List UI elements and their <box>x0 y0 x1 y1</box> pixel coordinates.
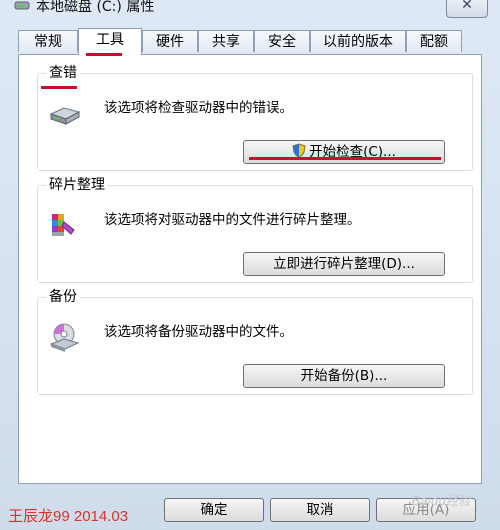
defrag-now-button[interactable]: 立即进行碎片整理(D)... <box>243 252 445 276</box>
error-check-description: 该选项将检查驱动器中的错误。 <box>104 100 293 116</box>
tab-hardware[interactable]: 硬件 <box>142 30 198 52</box>
tab-quota[interactable]: 配额 <box>406 30 462 52</box>
ok-button[interactable]: 确定 <box>164 498 264 522</box>
tab-sharing[interactable]: 共享 <box>198 30 254 52</box>
drive-icon <box>14 0 30 12</box>
backup-icon <box>48 320 82 354</box>
shield-icon <box>292 143 306 165</box>
properties-window: 本地磁盘 (C:) 属性 ✕ 常规 工具 硬件 共享 安全 以前的版本 配额 查… <box>0 0 500 530</box>
watermark-site: Baidu经验 <box>412 494 471 508</box>
tab-tools[interactable]: 工具 <box>78 28 142 55</box>
backup-title: 备份 <box>46 288 80 306</box>
tools-panel: 查错 该选项将检查驱动器中的错误。 开始检查(C)... 碎片整理 该选项将对驱… <box>18 54 482 484</box>
defrag-description: 该选项将对驱动器中的文件进行碎片整理。 <box>104 212 361 228</box>
backup-group: 备份 该选项将备份驱动器中的文件。 开始备份(B)... <box>37 288 473 395</box>
cancel-button[interactable]: 取消 <box>270 498 370 522</box>
tab-security[interactable]: 安全 <box>254 30 310 52</box>
defrag-icon <box>48 208 82 242</box>
tab-general[interactable]: 常规 <box>18 30 78 52</box>
start-check-button[interactable]: 开始检查(C)... <box>243 140 445 164</box>
watermark-author: 王辰龙99 2014.03 <box>8 508 129 525</box>
close-button[interactable]: ✕ <box>446 0 488 18</box>
defrag-group: 碎片整理 该选项将对驱动器中的文件进行碎片整理。 立即进行碎片整理(D)... <box>37 176 473 283</box>
hard-drive-icon <box>48 96 82 130</box>
window-title: 本地磁盘 (C:) 属性 <box>36 0 155 15</box>
annotation-underline-error-check <box>41 86 77 89</box>
start-backup-button[interactable]: 开始备份(B)... <box>243 364 445 388</box>
annotation-underline-start-check <box>249 157 441 160</box>
error-check-title: 查错 <box>46 64 80 82</box>
annotation-underline-tools-tab <box>86 53 122 56</box>
close-icon: ✕ <box>461 0 473 13</box>
title-bar[interactable]: 本地磁盘 (C:) 属性 ✕ <box>0 0 500 26</box>
backup-description: 该选项将备份驱动器中的文件。 <box>104 324 293 340</box>
tab-strip: 常规 工具 硬件 共享 安全 以前的版本 配额 <box>18 28 488 55</box>
tab-previous-versions[interactable]: 以前的版本 <box>310 30 406 52</box>
defrag-title: 碎片整理 <box>46 176 108 194</box>
